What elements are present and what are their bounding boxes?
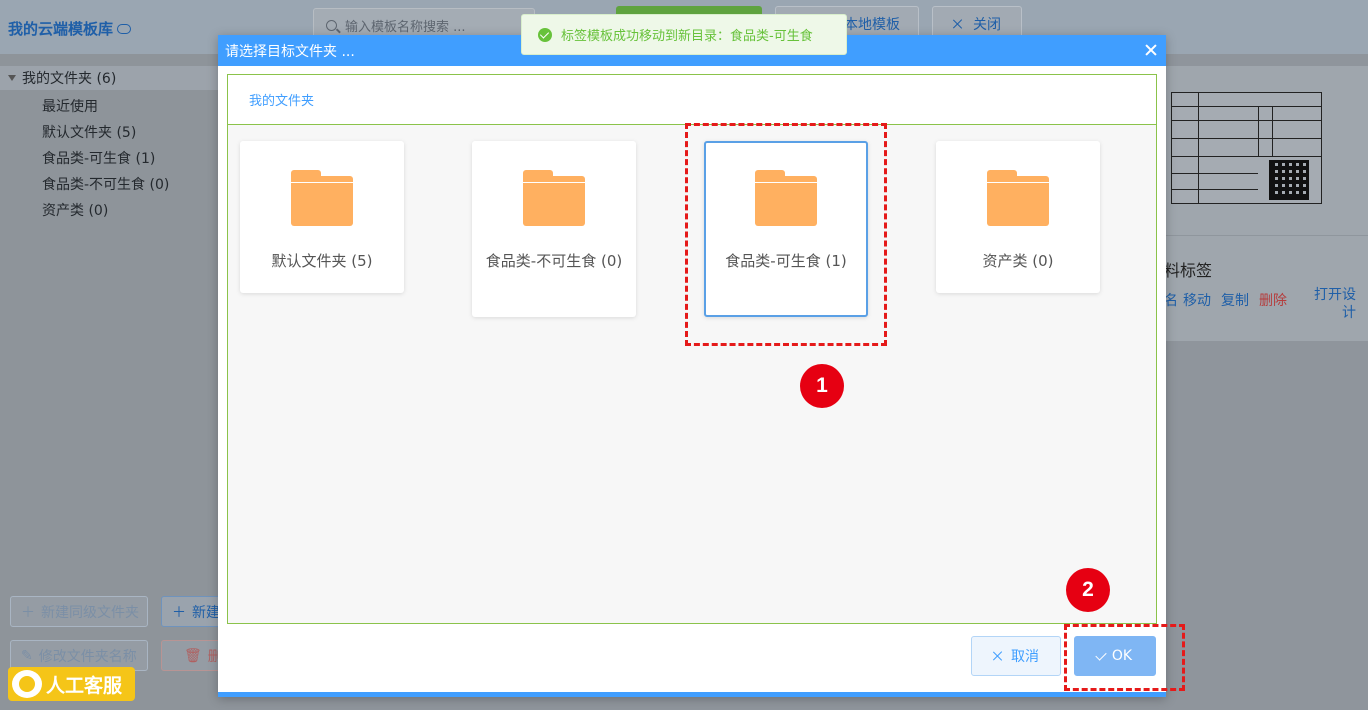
- check-circle-icon: [538, 27, 552, 42]
- new-sibling-folder-label: 新建同级文件夹: [41, 604, 139, 621]
- close-icon: [993, 651, 1003, 661]
- local-template-label: 本地模板: [844, 17, 900, 33]
- folder-card-food-cooked[interactable]: 食品类-不可生食 (0): [472, 141, 636, 317]
- success-toast: 标签模板成功移动到新目录：食品类-可生食: [521, 14, 847, 55]
- folder-icon: [987, 170, 1049, 226]
- new-child-folder-label: 新建: [192, 604, 220, 621]
- tree-root-label: 我的文件夹 (6): [22, 71, 117, 87]
- card-open-design-link[interactable]: 打开设计: [1304, 286, 1356, 322]
- folder-label: 默认文件夹 (5): [271, 252, 373, 270]
- headset-icon: [12, 670, 42, 698]
- dialog-footer-bar: [218, 692, 1166, 697]
- search-placeholder: 输入模板名称搜索 ...: [345, 19, 466, 35]
- app-title: 我的云端模板库: [8, 18, 132, 39]
- cancel-button[interactable]: 取消: [971, 636, 1061, 676]
- sidebar-item-food-cooked[interactable]: 食品类-不可生食 (0): [42, 174, 169, 194]
- breadcrumb: 我的文件夹: [228, 75, 1156, 125]
- breadcrumb-root[interactable]: 我的文件夹: [249, 90, 314, 109]
- card-rename-link[interactable]: 名: [1164, 290, 1178, 310]
- customer-service-label: 人工客服: [46, 674, 123, 697]
- close-icon: [953, 19, 963, 29]
- step-badge-1: 1: [800, 364, 844, 408]
- tree-root[interactable]: 我的文件夹 (6): [0, 66, 220, 90]
- edit-icon: ✎: [21, 647, 33, 664]
- annotation-box-step2: [1064, 624, 1185, 691]
- card-move-link[interactable]: 移动: [1183, 290, 1211, 310]
- trash-icon: 🗑: [184, 647, 202, 664]
- new-sibling-folder-button[interactable]: ＋ 新建同级文件夹: [10, 596, 148, 627]
- folder-card-default[interactable]: 默认文件夹 (5): [240, 141, 404, 293]
- step-badge-2: 2: [1066, 568, 1110, 612]
- card-delete-link[interactable]: 删除: [1259, 290, 1287, 310]
- sidebar-item-default[interactable]: 默认文件夹 (5): [42, 122, 136, 142]
- customer-service-button[interactable]: 人工客服: [8, 667, 135, 701]
- dialog-close-icon[interactable]: [1144, 43, 1158, 57]
- close-label: 关闭: [973, 17, 1001, 33]
- caret-down-icon: [8, 75, 16, 81]
- app-title-text: 我的云端模板库: [8, 20, 114, 38]
- sidebar-item-assets[interactable]: 资产类 (0): [42, 200, 108, 220]
- dialog-title: 请选择目标文件夹 ...: [225, 43, 355, 60]
- cloud-icon: [117, 23, 132, 34]
- search-icon: [326, 19, 337, 31]
- annotation-box-step1: [685, 123, 887, 346]
- sidebar-item-food-raw[interactable]: 食品类-可生食 (1): [42, 148, 155, 168]
- folder-card-assets[interactable]: 资产类 (0): [936, 141, 1100, 293]
- folder-icon: [291, 170, 353, 226]
- plus-icon: ＋: [172, 604, 186, 621]
- rename-folder-label: 修改文件夹名称: [38, 648, 137, 665]
- sidebar-item-recent[interactable]: 最近使用: [42, 96, 98, 116]
- plus-icon: ＋: [21, 604, 35, 621]
- qr-code-icon: [1269, 160, 1309, 200]
- folder-label: 资产类 (0): [982, 252, 1054, 270]
- card-divider: [1166, 235, 1368, 236]
- folder-icon: [523, 170, 585, 226]
- card-copy-link[interactable]: 复制: [1221, 290, 1249, 310]
- cancel-label: 取消: [1011, 649, 1039, 665]
- folder-label: 食品类-不可生食 (0): [485, 252, 623, 270]
- card-title: 料标签: [1164, 261, 1213, 280]
- toast-message: 标签模板成功移动到新目录：食品类-可生食: [561, 29, 813, 44]
